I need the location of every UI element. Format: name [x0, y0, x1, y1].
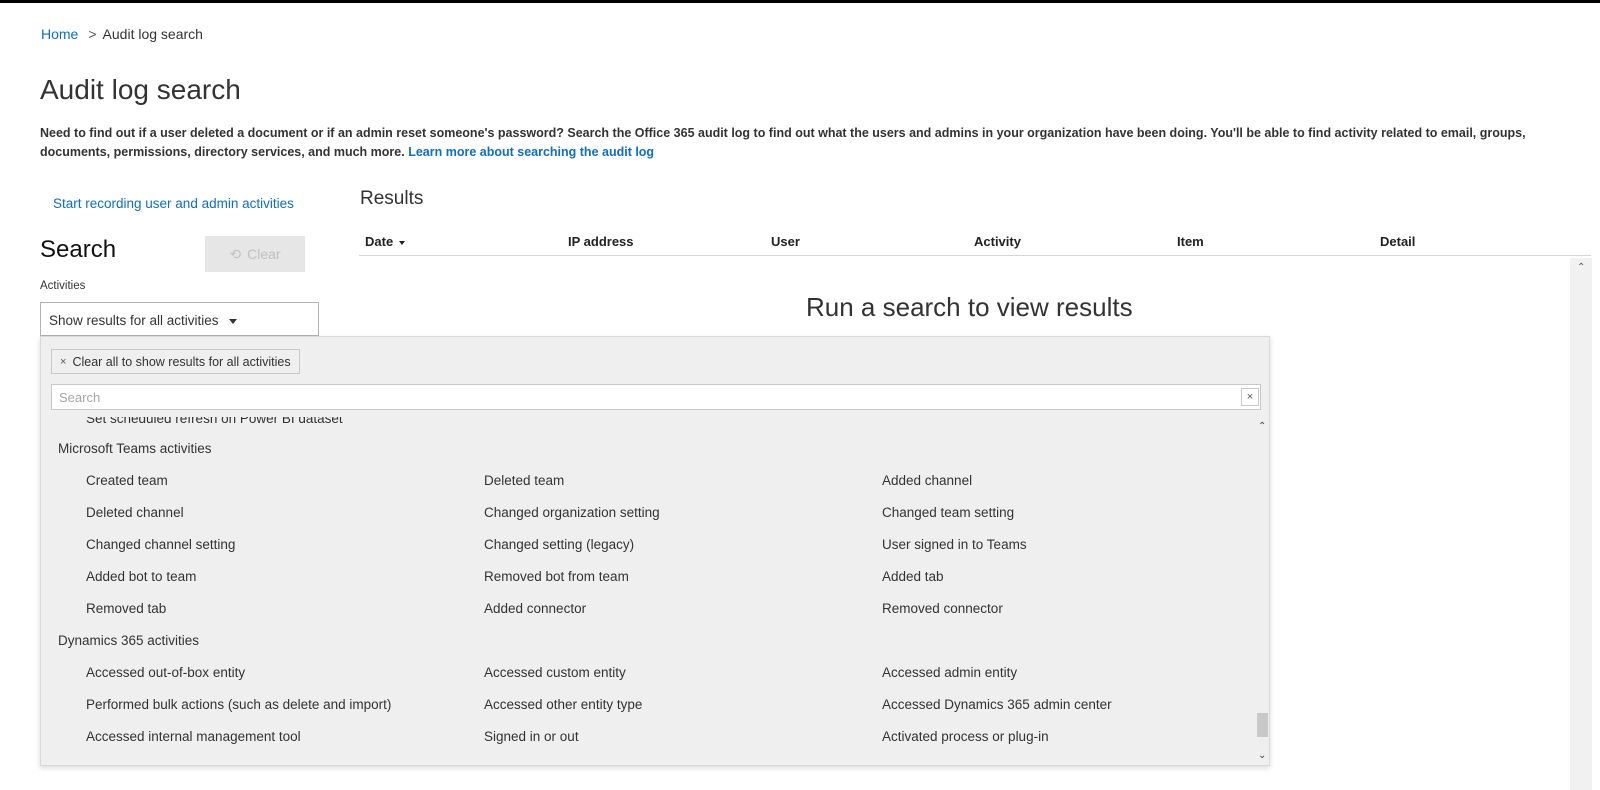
column-header-user[interactable]: User [771, 234, 800, 249]
list-item[interactable]: Changed organization setting [484, 505, 660, 520]
top-border [0, 0, 1600, 3]
search-clear-icon[interactable]: × [1241, 388, 1259, 406]
list-item[interactable]: Performed bulk actions (such as delete a… [86, 697, 391, 712]
list-item[interactable]: Accessed internal management tool [86, 729, 301, 744]
scrollbar-thumb[interactable] [1257, 713, 1268, 737]
search-heading: Search [40, 236, 117, 263]
results-scrollbar[interactable]: ⌃ [1570, 258, 1592, 790]
intro-text: Need to find out if a user deleted a doc… [40, 124, 1590, 162]
list-item[interactable]: Accessed custom entity [484, 665, 626, 680]
list-item[interactable]: Added tab [882, 569, 944, 584]
list-item[interactable]: Accessed Dynamics 365 admin center [882, 697, 1112, 712]
list-item[interactable]: User signed in to Teams [882, 537, 1027, 552]
list-item[interactable]: Signed in or out [484, 729, 579, 744]
column-header-detail[interactable]: Detail [1380, 234, 1415, 249]
close-icon: × [60, 355, 67, 368]
activities-list: Set scheduled refresh on Power BI datase… [41, 417, 1255, 765]
intro-description: Need to find out if a user deleted a doc… [40, 126, 1526, 159]
breadcrumb-home-link[interactable]: Home [41, 26, 78, 42]
activities-dropdown-value: Show results for all activities [49, 313, 219, 328]
activities-dropdown[interactable]: Show results for all activities [40, 302, 319, 336]
list-item[interactable]: Added bot to team [86, 569, 196, 584]
caret-down-icon [228, 318, 237, 324]
start-recording-link[interactable]: Start recording user and admin activitie… [53, 196, 294, 211]
clear-all-label: Clear all to show results for all activi… [72, 354, 291, 369]
group-title-dynamics: Dynamics 365 activities [58, 633, 200, 648]
list-item[interactable]: Removed bot from team [484, 569, 629, 584]
breadcrumb-current: Audit log search [102, 26, 203, 42]
undo-icon: ⟲ [229, 245, 242, 262]
list-item[interactable]: Deleted channel [86, 505, 184, 520]
scroll-down-icon[interactable]: ⌄ [1258, 750, 1266, 761]
list-item[interactable]: Changed team setting [882, 505, 1014, 520]
scroll-up-icon[interactable]: ⌃ [1258, 421, 1266, 432]
breadcrumb-separator: > [88, 26, 97, 42]
results-title: Results [360, 188, 424, 209]
panel-scrollbar[interactable]: ⌃ ⌄ [1255, 417, 1269, 765]
clear-all-button[interactable]: × Clear all to show results for all acti… [51, 349, 300, 374]
page-title: Audit log search [40, 74, 241, 105]
activities-search-input[interactable] [51, 384, 1261, 410]
clear-button-label: Clear [247, 246, 281, 262]
list-item[interactable]: Activated process or plug-in [882, 729, 1049, 744]
list-item[interactable]: Added channel [882, 473, 972, 488]
list-item[interactable]: Removed connector [882, 601, 1003, 616]
breadcrumb: Home > Audit log search [41, 26, 203, 42]
results-table-header: Date IP address User Activity Item Detai… [359, 232, 1591, 256]
column-header-date[interactable]: Date [365, 234, 406, 249]
list-item[interactable]: Added connector [484, 601, 586, 616]
column-header-activity[interactable]: Activity [974, 234, 1021, 249]
list-item[interactable]: Accessed out-of-box entity [86, 665, 245, 680]
column-header-ip-address[interactable]: IP address [568, 234, 634, 249]
list-item[interactable]: Removed tab [86, 601, 166, 616]
list-item[interactable]: Set scheduled refresh on Power BI datase… [86, 417, 343, 426]
list-item[interactable]: Changed setting (legacy) [484, 537, 634, 552]
activities-panel: × Clear all to show results for all acti… [40, 336, 1270, 766]
scroll-up-icon[interactable]: ⌃ [1577, 262, 1585, 273]
learn-more-link[interactable]: Learn more about searching the audit log [408, 145, 654, 159]
list-item[interactable]: Accessed other entity type [484, 697, 642, 712]
group-title-teams: Microsoft Teams activities [58, 441, 212, 456]
column-header-item[interactable]: Item [1177, 234, 1204, 249]
activities-label: Activities [40, 280, 86, 292]
sort-caret-icon [399, 240, 406, 245]
list-item[interactable]: Changed channel setting [86, 537, 235, 552]
list-item[interactable]: Deleted team [484, 473, 564, 488]
list-item[interactable]: Created team [86, 473, 168, 488]
list-item[interactable]: Accessed admin entity [882, 665, 1017, 680]
results-empty-message: Run a search to view results [806, 292, 1133, 322]
clear-button[interactable]: ⟲ Clear [205, 236, 305, 272]
